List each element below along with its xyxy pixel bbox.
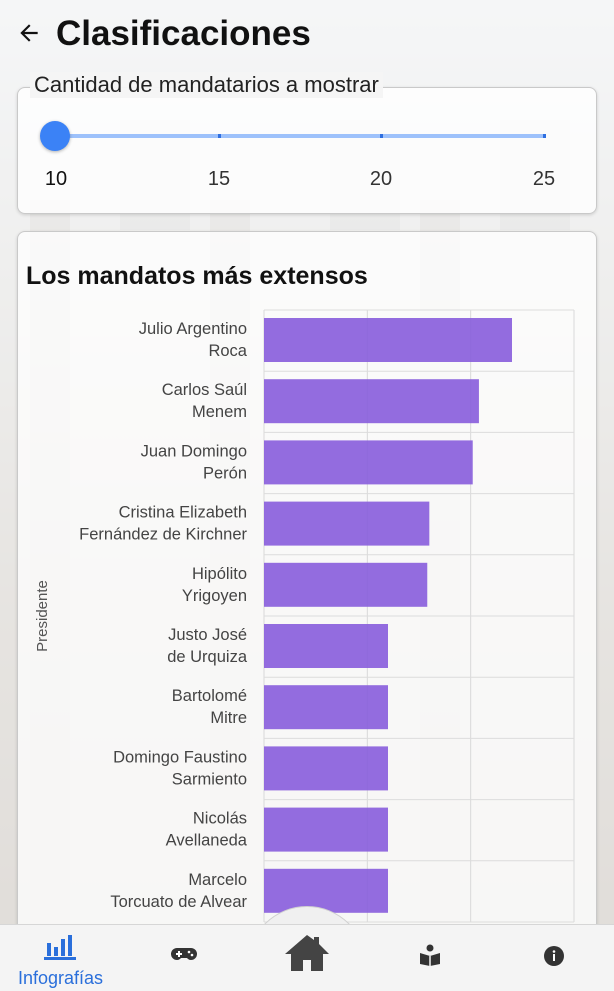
arrow-left-icon[interactable] (16, 20, 42, 46)
bar (264, 868, 388, 913)
slider-tick-label: 25 (532, 168, 556, 190)
nav-item-home[interactable] (270, 925, 344, 991)
tick-label-y: Fernández de Kirchner (79, 526, 247, 544)
info-icon (544, 946, 564, 966)
bar-chart-icon (44, 935, 76, 960)
nav-item-reading[interactable] (400, 925, 460, 991)
tick-label-y: Menem (192, 403, 247, 421)
slider-tick-label: 15 (207, 168, 231, 190)
bar (264, 501, 430, 546)
slider-label: Cantidad de mandatarios a mostrar (30, 72, 383, 98)
chart-card: Los mandatos más extensos Julio Argentin… (17, 231, 597, 951)
tick-label-y: Carlos Saúl (162, 381, 247, 399)
tick-label-y: Torcuato de Alvear (110, 893, 247, 911)
slider-tick (380, 134, 383, 138)
bar (264, 562, 428, 607)
tick-label-y: Marcelo (188, 871, 247, 889)
tick-label-y: Justo José (168, 626, 247, 644)
slider-tick (543, 134, 546, 138)
bar (264, 318, 512, 362)
bar (264, 624, 388, 668)
bar (264, 440, 473, 485)
tick-label-y: Mitre (210, 709, 247, 727)
reading-icon (420, 944, 440, 966)
tick-label-y: Roca (208, 342, 247, 360)
bar (264, 685, 388, 730)
tick-label-y: Juan Domingo (141, 442, 247, 460)
tick-label-y: Bartolomé (172, 687, 247, 705)
tick-label-y: Perón (203, 464, 247, 482)
tick-label-y: Nicolás (193, 810, 247, 828)
tick-label-y: Hipólito (192, 565, 247, 583)
tick-label-y: Cristina Elizabeth (119, 504, 247, 522)
slider-track[interactable] (56, 134, 546, 138)
page-title: Clasificaciones (56, 14, 311, 53)
tick-label-y: Julio Argentino (139, 320, 247, 338)
slider-tick (218, 134, 221, 138)
slider-tick-label: 20 (369, 168, 393, 190)
nav-item-games[interactable] (150, 925, 220, 991)
nav-label-infografias: Infografías (18, 968, 104, 988)
bar-chart: Julio Argentino Roca Carlos Saúl Menem Juan … (34, 309, 575, 923)
y-axis-label: Presidente (34, 580, 51, 652)
bar (264, 379, 479, 424)
tick-label-y: Sarmiento (172, 770, 247, 788)
home-icon (285, 935, 329, 971)
nav-item-info[interactable] (525, 925, 585, 991)
slider-tick-label: 10 (44, 168, 68, 190)
bottom-navigation: Infografías (0, 924, 614, 991)
tick-label-y: Domingo Faustino (113, 748, 247, 766)
tick-label-y: Avellaneda (166, 832, 248, 850)
nav-item-infografias[interactable]: Infografías (0, 925, 120, 991)
slider-thumb[interactable] (40, 121, 70, 151)
slider-card: Cantidad de mandatarios a mostrar 10 15 … (17, 72, 597, 214)
bar (264, 807, 388, 852)
bar (264, 746, 388, 791)
app-header: Clasificaciones (0, 0, 614, 66)
tick-label-y: Yrigoyen (182, 587, 247, 605)
gamepad-icon (171, 948, 197, 960)
tick-label-y: de Urquiza (167, 648, 248, 666)
